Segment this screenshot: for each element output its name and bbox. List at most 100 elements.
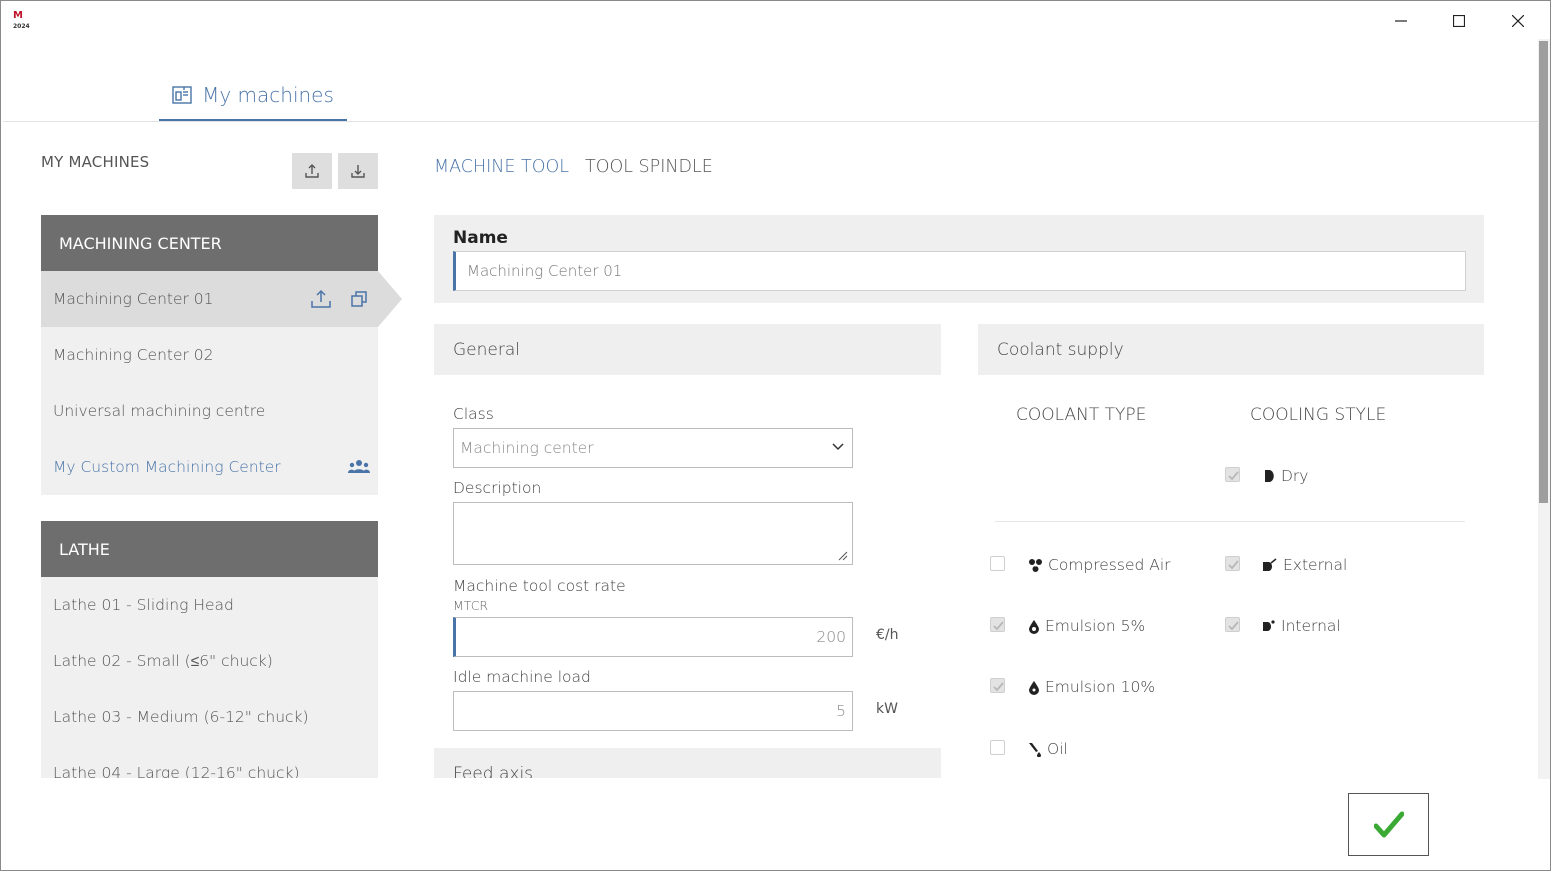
group-header-lathe[interactable]: LATHE (41, 521, 378, 577)
emulsion-5-label: Emulsion 5% (1045, 617, 1146, 635)
confirm-button[interactable] (1348, 793, 1429, 856)
duplicate-item-button[interactable] (340, 284, 378, 314)
dry-checkbox[interactable] (1225, 467, 1240, 482)
name-label: Name (453, 228, 508, 248)
general-section-header: General (434, 324, 941, 375)
dry-option: Dry (1264, 467, 1308, 485)
group-gap (41, 495, 378, 521)
share-item-button[interactable] (302, 284, 340, 314)
checkmark-icon (1373, 811, 1404, 837)
cost-rate-unit: €/h (876, 627, 899, 643)
upload-icon (305, 164, 319, 178)
app-logo-text: M (13, 10, 23, 21)
internal-label: Internal (1281, 617, 1341, 635)
drop-icon (1029, 619, 1039, 634)
tab-my-machines[interactable]: My machines (159, 71, 347, 121)
cooling-style-title: COOLING STYLE (1250, 405, 1387, 425)
close-button[interactable] (1495, 7, 1541, 35)
internal-spray-icon (1263, 620, 1275, 631)
scrollbar-thumb[interactable] (1539, 41, 1548, 503)
class-select[interactable]: Machining center (453, 428, 853, 468)
compressed-air-option: Compressed Air (1028, 556, 1171, 574)
list-item-label: Lathe 02 - Small (≤6" chuck) (53, 651, 273, 670)
list-item[interactable]: Lathe 04 - Large (12-16" chuck) (41, 745, 378, 778)
tab-machine-tool[interactable]: MACHINE TOOL (434, 157, 569, 177)
check-icon (1228, 621, 1239, 631)
machine-details: Name General Coolant supply Class Machin… (434, 215, 1484, 778)
compressed-air-label: Compressed Air (1048, 556, 1171, 574)
tab-tool-spindle[interactable]: TOOL SPINDLE (585, 157, 713, 177)
emulsion-10-checkbox[interactable] (990, 678, 1005, 693)
emulsion-5-checkbox[interactable] (990, 617, 1005, 632)
resize-grip-icon[interactable] (838, 551, 848, 561)
description-label: Description (453, 479, 542, 497)
emulsion-10-label: Emulsion 10% (1045, 678, 1156, 696)
dry-icon (1265, 470, 1274, 482)
list-item-label: Lathe 04 - Large (12-16" chuck) (53, 764, 300, 778)
check-icon (1228, 471, 1239, 481)
list-item[interactable]: Lathe 02 - Small (≤6" chuck) (41, 633, 378, 689)
coolant-type-title: COOLANT TYPE (1016, 405, 1147, 425)
list-item[interactable]: Universal machining centre (41, 383, 378, 439)
export-button[interactable] (292, 153, 332, 189)
list-item[interactable]: Machining Center 01 (41, 271, 378, 327)
selection-arrow (378, 271, 402, 327)
tab-my-machines-label: My machines (202, 83, 334, 107)
chevron-down-icon (832, 443, 844, 451)
description-textarea[interactable] (453, 502, 853, 565)
oil-checkbox[interactable] (990, 740, 1005, 755)
feed-axis-header-label: Feed axis (453, 763, 534, 779)
minimize-icon (1395, 20, 1407, 22)
coolant-section-header: Coolant supply (978, 324, 1484, 375)
list-item[interactable]: Lathe 01 - Sliding Head (41, 577, 378, 633)
oil-option: Oil (1028, 740, 1068, 758)
group-body-machining-center: Machining Center 01 Machining Center 02 … (41, 271, 378, 495)
idle-load-input[interactable] (453, 691, 853, 731)
import-button[interactable] (338, 153, 378, 189)
check-icon (993, 682, 1004, 692)
maximize-icon (1453, 15, 1465, 27)
external-spray-icon (1263, 558, 1277, 571)
feed-axis-section-header[interactable]: Feed axis (434, 748, 941, 778)
external-option: External (1262, 556, 1347, 574)
app-logo: M 2024 (13, 10, 35, 32)
emulsion-5-option: Emulsion 5% (1028, 617, 1145, 635)
minimize-button[interactable] (1378, 7, 1424, 35)
cost-rate-input[interactable] (453, 617, 853, 657)
list-item[interactable]: My Custom Machining Center (41, 439, 378, 495)
name-input[interactable] (453, 251, 1466, 291)
list-item[interactable]: Machining Center 02 (41, 327, 378, 383)
list-item[interactable]: Lathe 03 - Medium (6-12" chuck) (41, 689, 378, 745)
external-checkbox[interactable] (1225, 556, 1240, 571)
users-icon (348, 460, 370, 473)
app-logo-year: 2024 (13, 23, 30, 30)
group-header-machining-center[interactable]: MACHINING CENTER (41, 215, 378, 271)
oil-label: Oil (1047, 740, 1068, 758)
list-item-label: Lathe 01 - Sliding Head (53, 596, 234, 614)
idle-load-unit: kW (876, 701, 898, 717)
download-icon (351, 165, 365, 178)
tab-divider (3, 121, 1538, 122)
cost-rate-label: Machine tool cost rate (453, 577, 626, 595)
item-actions (340, 439, 378, 495)
coolant-header-label: Coolant supply (997, 339, 1124, 360)
internal-option: Internal (1262, 617, 1341, 635)
list-item-label: Machining Center 01 (53, 290, 214, 308)
class-label: Class (453, 405, 494, 423)
cost-rate-sublabel: MTCR (453, 598, 489, 613)
check-icon (993, 621, 1004, 631)
group-header-label: LATHE (59, 539, 110, 559)
emulsion-10-option: Emulsion 10% (1028, 678, 1155, 696)
compressed-air-checkbox[interactable] (990, 556, 1005, 571)
list-item-label: My Custom Machining Center (53, 458, 281, 476)
internal-checkbox[interactable] (1225, 617, 1240, 632)
coolant-divider (995, 521, 1465, 522)
list-item-label: Lathe 03 - Medium (6-12" chuck) (53, 708, 309, 726)
maximize-button[interactable] (1436, 7, 1482, 35)
shared-users-indicator (340, 452, 378, 482)
dry-label: Dry (1281, 467, 1309, 485)
close-icon (1512, 15, 1524, 27)
check-icon (1228, 560, 1239, 570)
group-header-label: MACHINING CENTER (59, 233, 222, 253)
machine-list: MACHINING CENTER Machining Center 01 Mac… (41, 215, 378, 778)
